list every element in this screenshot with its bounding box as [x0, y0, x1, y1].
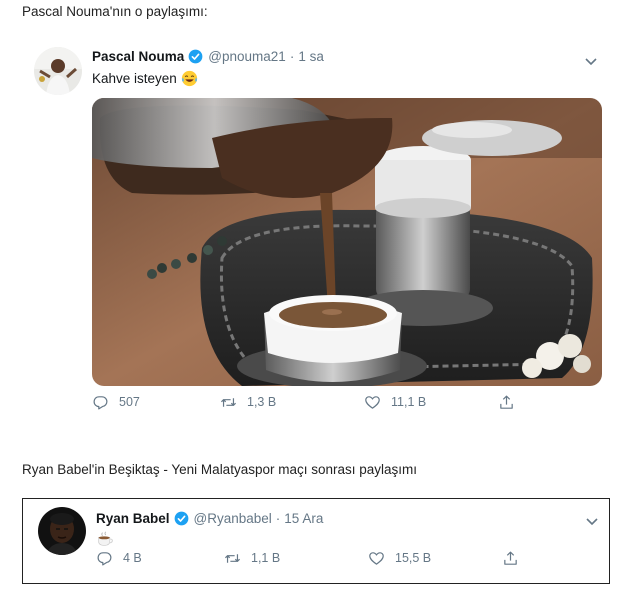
reply-button[interactable]: 507: [92, 394, 140, 411]
tweet-time[interactable]: 1 sa: [298, 49, 324, 64]
retweet-button[interactable]: 1,3 B: [220, 394, 276, 411]
like-count: 15,5 B: [395, 551, 432, 565]
reply-count: 507: [119, 395, 140, 409]
meta-separator: ·: [289, 49, 295, 64]
verified-badge-icon: [174, 511, 189, 526]
like-button[interactable]: 11,1 B: [364, 394, 426, 411]
heart-icon: [365, 395, 380, 409]
caption-ryan-babel: Ryan Babel'in Beşiktaş - Yeni Malatyaspo…: [22, 462, 418, 477]
retweet-count: 1,1 B: [251, 551, 281, 565]
share-button[interactable]: [498, 394, 525, 411]
retweet-icon: [224, 553, 241, 563]
tweet-text: Kahve isteyen: [92, 71, 177, 86]
like-count: 11,1 B: [391, 395, 427, 409]
author-handle[interactable]: @Ryanbabel: [194, 511, 272, 526]
tweet-card-pascal-nouma[interactable]: Pascal Nouma @pnouma21 · 1 sa Kahve iste…: [22, 36, 618, 436]
verified-badge-icon: [188, 49, 203, 64]
avatar[interactable]: [38, 507, 86, 555]
reply-icon: [97, 551, 112, 565]
author-name[interactable]: Ryan Babel: [96, 511, 170, 526]
reply-icon: [93, 395, 108, 409]
chevron-down-icon[interactable]: [584, 54, 598, 66]
share-icon: [500, 395, 513, 409]
meta-separator: ·: [275, 511, 281, 526]
retweet-count: 1,3 B: [247, 395, 277, 409]
share-button[interactable]: [502, 550, 529, 567]
caption-pascal-nouma: Pascal Nouma'nın o paylaşımı:: [22, 4, 208, 19]
retweet-button[interactable]: 1,1 B: [224, 550, 280, 567]
chevron-down-icon[interactable]: [585, 514, 599, 526]
reply-count: 4 B: [123, 551, 142, 565]
face-with-tears-of-joy-icon: [181, 70, 198, 87]
like-button[interactable]: 15,5 B: [368, 550, 431, 567]
share-icon: [504, 551, 517, 565]
author-handle[interactable]: @pnouma21: [208, 49, 286, 64]
reply-button[interactable]: 4 B: [96, 550, 142, 567]
hot-beverage-icon: [96, 531, 114, 547]
avatar[interactable]: [34, 47, 82, 95]
tweet-card-ryan-babel[interactable]: Ryan Babel @Ryanbabel · 15 Ara 4 B 1,1 B: [22, 498, 610, 584]
tweet-time[interactable]: 15 Ara: [284, 511, 323, 526]
heart-icon: [369, 551, 384, 565]
retweet-icon: [220, 397, 237, 407]
turkish-coffee-photo[interactable]: [92, 98, 602, 386]
author-name[interactable]: Pascal Nouma: [92, 49, 184, 64]
